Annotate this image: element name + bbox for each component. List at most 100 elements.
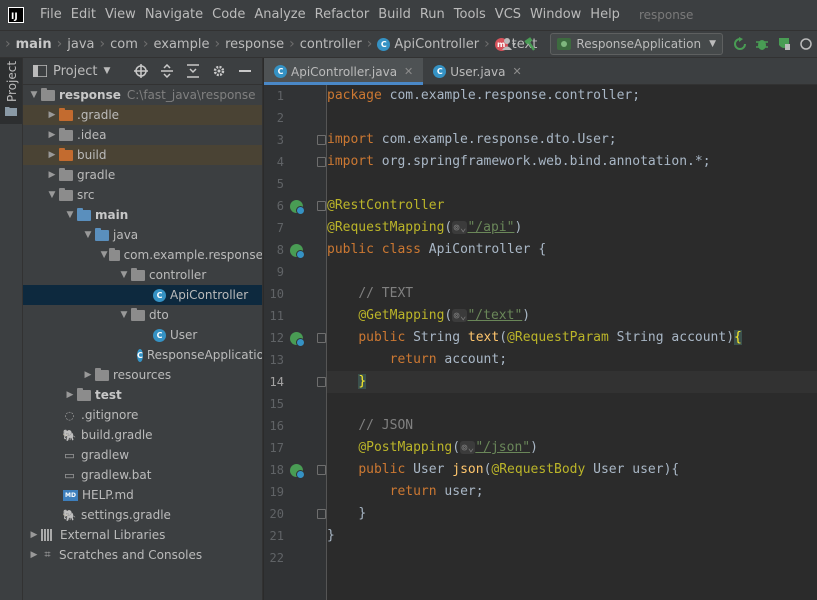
tree-item-package[interactable]: ▼ com.example.response xyxy=(23,245,262,265)
run-configuration-selector[interactable]: ResponseApplication ▼ xyxy=(550,33,723,55)
tree-item-build[interactable]: ▶ build xyxy=(23,145,262,165)
tree-item-src[interactable]: ▼ src xyxy=(23,185,262,205)
breadcrumb-com[interactable]: com xyxy=(110,37,138,52)
spring-bean-gutter-icon[interactable] xyxy=(290,200,305,215)
tree-item-external-libraries[interactable]: ▶ External Libraries xyxy=(23,525,262,545)
chevron-right-icon: › xyxy=(366,36,373,52)
tree-item-settings-gradle[interactable]: 🐘 settings.gradle xyxy=(23,505,262,525)
breadcrumb-example[interactable]: example xyxy=(153,37,209,52)
fold-marker-icon[interactable] xyxy=(317,509,326,519)
user-icon[interactable] xyxy=(498,33,520,55)
spring-bean-gutter-icon[interactable] xyxy=(290,244,305,259)
tree-item-apicontroller[interactable]: C ApiController xyxy=(23,285,262,305)
menu-tools[interactable]: Tools xyxy=(450,0,490,30)
locate-target-icon[interactable] xyxy=(128,60,154,82)
stop-icon[interactable] xyxy=(795,33,817,55)
tree-item-scratches[interactable]: ▶ ⌗ Scratches and Consoles xyxy=(23,545,262,565)
menu-view[interactable]: View xyxy=(101,0,140,30)
chevron-right-icon: › xyxy=(484,36,490,52)
folder-icon xyxy=(59,127,73,141)
endpoint-gutter-icon[interactable] xyxy=(290,464,305,479)
rerun-icon[interactable] xyxy=(729,33,751,55)
breadcrumb-response[interactable]: response xyxy=(225,37,284,52)
annotation: @RequestParam xyxy=(507,330,609,345)
tree-item-gradle[interactable]: ▶ gradle xyxy=(23,165,262,185)
tree-item-java[interactable]: ▼ java xyxy=(23,225,262,245)
tree-item-test[interactable]: ▶ test xyxy=(23,385,262,405)
matched-brace: } xyxy=(358,374,367,389)
project-view-selector[interactable]: Project xyxy=(53,64,97,79)
debug-bug-icon[interactable] xyxy=(751,33,773,55)
chevron-right-icon: › xyxy=(142,36,149,52)
url-hint-icon[interactable]: ⊚⌄ xyxy=(452,221,468,234)
tree-label: dto xyxy=(149,308,169,322)
menu-vcs[interactable]: VCS xyxy=(491,0,525,30)
tab-apicontroller[interactable]: C ApiController.java ✕ xyxy=(264,58,424,85)
menu-navigate[interactable]: Navigate xyxy=(141,0,207,30)
endpoint-gutter-icon[interactable] xyxy=(290,332,305,347)
tree-item-main[interactable]: ▼ main xyxy=(23,205,262,225)
tree-item-gradle-cache[interactable]: ▶ .gradle xyxy=(23,105,262,125)
menu-refactor[interactable]: Refactor xyxy=(311,0,374,30)
tree-item-dto[interactable]: ▼ dto xyxy=(23,305,262,325)
build-hammer-icon[interactable] xyxy=(520,33,542,55)
fold-marker-icon[interactable] xyxy=(317,135,326,145)
expand-all-icon[interactable] xyxy=(154,60,180,82)
url-hint-icon[interactable]: ⊚⌄ xyxy=(460,441,476,454)
tree-label: .idea xyxy=(77,128,107,142)
line-number-current: 14 xyxy=(269,375,284,389)
menu-file[interactable]: File xyxy=(36,0,66,30)
coverage-icon[interactable] xyxy=(773,33,795,55)
code-text: ( xyxy=(499,330,508,345)
tree-item-resources[interactable]: ▶ resources xyxy=(23,365,262,385)
tree-item-response[interactable]: ▼ response C:\fast_java\response xyxy=(23,85,262,105)
chevron-down-icon: ▼ xyxy=(709,39,716,49)
breadcrumb-java[interactable]: java xyxy=(67,37,94,52)
minimize-icon[interactable] xyxy=(232,60,258,82)
tree-item-user[interactable]: C User xyxy=(23,325,262,345)
folder-icon xyxy=(77,387,91,401)
breadcrumb-class[interactable]: C ApiController xyxy=(377,37,479,52)
fold-marker-icon[interactable] xyxy=(317,465,326,475)
fold-marker-icon[interactable] xyxy=(317,201,326,211)
tree-item-gradlew[interactable]: ▭ gradlew xyxy=(23,445,262,465)
fold-marker-icon[interactable] xyxy=(317,333,326,343)
code-editor[interactable]: 1 2 3 4 5 6 7 8 9 10 11 12 13 14 15 16 1… xyxy=(264,85,817,600)
scratches-icon: ⌗ xyxy=(44,548,51,561)
menu-run[interactable]: Run xyxy=(416,0,449,30)
gear-icon[interactable] xyxy=(206,60,232,82)
breadcrumb-main[interactable]: main xyxy=(16,37,52,52)
tree-item-controller[interactable]: ▼ controller xyxy=(23,265,262,285)
chevron-right-icon: › xyxy=(99,36,106,52)
fold-marker-icon[interactable] xyxy=(317,157,326,167)
tree-item-help-md[interactable]: MD HELP.md xyxy=(23,485,262,505)
tree-item-responseapplication[interactable]: C ResponseApplication xyxy=(23,345,262,365)
tree-label: Scratches and Consoles xyxy=(59,548,203,562)
menu-help[interactable]: Help xyxy=(586,0,624,30)
close-icon[interactable]: ✕ xyxy=(512,65,521,78)
close-icon[interactable]: ✕ xyxy=(404,65,413,78)
tree-item-gradlew-bat[interactable]: ▭ gradlew.bat xyxy=(23,465,262,485)
code-line-12: public String text(@RequestParam String … xyxy=(327,327,817,349)
menu-analyze[interactable]: Analyze xyxy=(250,0,309,30)
tree-item-build-gradle[interactable]: 🐘 build.gradle xyxy=(23,425,262,445)
menu-edit[interactable]: Edit xyxy=(67,0,100,30)
tab-user[interactable]: C User.java ✕ xyxy=(423,58,531,85)
annotation: @RequestBody xyxy=(491,462,586,477)
collapse-all-icon[interactable] xyxy=(180,60,206,82)
module-folder-icon xyxy=(77,207,91,221)
menu-window[interactable]: Window xyxy=(526,0,585,30)
breadcrumb-controller[interactable]: controller xyxy=(300,37,362,52)
tree-item-gitignore[interactable]: ◌ .gitignore xyxy=(23,405,262,425)
folder-icon xyxy=(5,107,17,116)
code-text: ) xyxy=(530,440,538,455)
menu-code[interactable]: Code xyxy=(208,0,249,30)
project-tool-window-button[interactable]: Project xyxy=(0,58,22,124)
url-hint-icon[interactable]: ⊚⌄ xyxy=(452,309,468,322)
tree-item-idea[interactable]: ▶ .idea xyxy=(23,125,262,145)
line-number: 5 xyxy=(276,177,284,191)
intellij-logo-icon: IJ xyxy=(8,7,24,23)
keyword: return xyxy=(389,484,437,499)
fold-marker-icon[interactable] xyxy=(317,377,326,387)
menu-build[interactable]: Build xyxy=(374,0,415,30)
